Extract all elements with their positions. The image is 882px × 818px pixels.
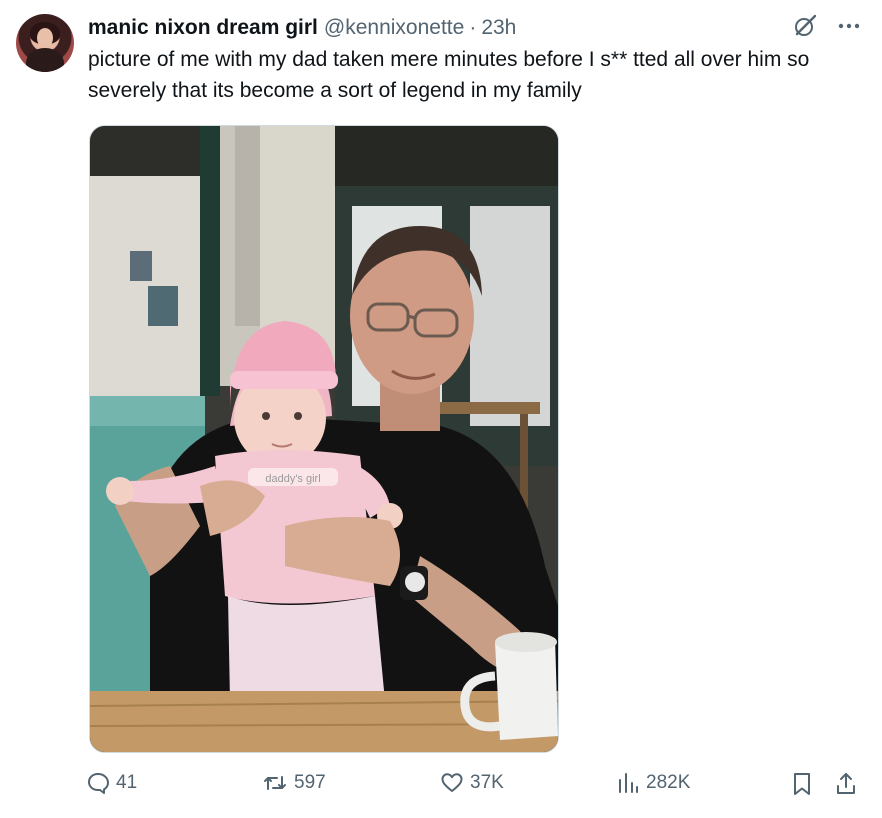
grok-icon[interactable]: [792, 13, 818, 39]
avatar[interactable]: [16, 14, 74, 72]
more-icon[interactable]: [836, 13, 862, 39]
separator-dot: ·: [469, 16, 477, 39]
image-shirt-text: daddy's girl: [265, 473, 320, 485]
repost-count: 597: [294, 772, 326, 793]
views-count: 282K: [646, 772, 691, 793]
like-count: 37K: [470, 772, 504, 793]
bookmark-button[interactable]: [790, 771, 814, 797]
tweet-actions: 41 597 37K 282K: [86, 771, 866, 801]
tweet: manic nixon dream girl @kennixonette · 2…: [0, 0, 882, 818]
reply-button[interactable]: 41: [86, 771, 137, 795]
share-icon: [837, 773, 855, 794]
timestamp[interactable]: 23h: [481, 16, 516, 40]
reply-count: 41: [116, 772, 138, 793]
tweet-top-icons: [792, 13, 862, 39]
bookmark-icon: [794, 773, 810, 795]
share-button[interactable]: [834, 771, 858, 797]
reply-icon: [88, 773, 109, 794]
heart-icon: [441, 773, 463, 792]
avatar-body: [26, 48, 64, 72]
repost-icon: [264, 776, 286, 790]
avatar-face: [37, 28, 53, 48]
tweet-photo[interactable]: daddy's girl: [89, 125, 559, 753]
repost-button[interactable]: 597: [262, 771, 326, 795]
views-icon: [619, 773, 638, 793]
tweet-header: manic nixon dream girl @kennixonette · 2…: [88, 14, 516, 42]
like-button[interactable]: 37K: [440, 771, 504, 795]
user-handle[interactable]: @kennixonette: [324, 16, 464, 40]
tweet-text: picture of me with my dad taken mere min…: [88, 48, 810, 102]
display-name[interactable]: manic nixon dream girl: [88, 16, 318, 40]
views-button[interactable]: 282K: [616, 771, 690, 795]
